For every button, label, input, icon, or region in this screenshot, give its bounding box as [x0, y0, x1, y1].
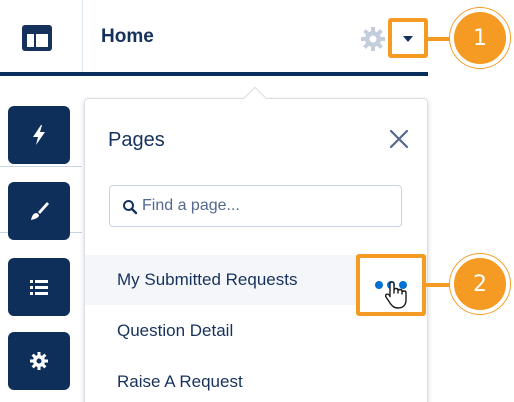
pages-dropdown-button[interactable] [388, 18, 428, 58]
top-bar: Home [0, 0, 428, 76]
page-title: Home [101, 26, 154, 47]
list-icon [27, 275, 51, 299]
page-more-actions-button[interactable] [356, 254, 426, 316]
gear-icon [27, 349, 51, 373]
pages-panel: Pages My Submitted Requests Question Det… [84, 98, 428, 402]
callout-2-badge: 2 [450, 254, 510, 314]
brush-icon [27, 199, 51, 223]
top-bar-divider [82, 0, 83, 72]
page-list-item-label: Raise A Request [117, 372, 243, 391]
pages-panel-title: Pages [108, 129, 165, 151]
toolbar-theme-button[interactable] [8, 182, 70, 240]
page-search-input[interactable] [142, 188, 392, 224]
gear-icon[interactable] [358, 24, 388, 54]
layout-icon[interactable] [18, 22, 58, 56]
search-icon [122, 199, 138, 215]
page-list-item-label: My Submitted Requests [117, 270, 298, 289]
toolbar-components-button[interactable] [8, 106, 70, 164]
canvas-guide-line [0, 166, 82, 167]
page-search-box [109, 185, 402, 227]
toolbar-settings-button[interactable] [8, 332, 70, 390]
page-list-item-label: Question Detail [117, 321, 234, 340]
page-list-item[interactable]: Raise A Request [85, 357, 427, 402]
dropdown-arrow-icon [403, 36, 413, 42]
toolbar-pages-button[interactable] [8, 258, 70, 316]
top-bar-accent [0, 72, 428, 76]
lightning-icon [27, 123, 51, 147]
callout-1-badge: 1 [450, 8, 510, 68]
hand-cursor-icon [384, 280, 410, 310]
close-icon[interactable] [387, 127, 411, 151]
